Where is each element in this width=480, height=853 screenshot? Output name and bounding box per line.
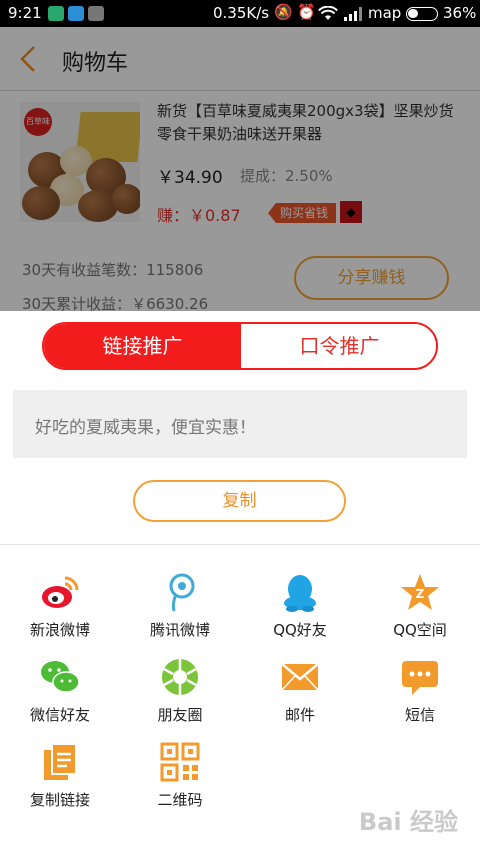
share-option-label: 二维码 — [157, 791, 203, 809]
alarm-icon: ⏰ — [297, 3, 316, 21]
share-text-box[interactable]: 好吃的夏威夷果，便宜实惠！ — [13, 390, 467, 458]
signal-icon — [344, 7, 362, 21]
share-option-mail[interactable]: 邮件 — [240, 657, 360, 739]
share-option-qr-code[interactable]: 二维码 — [120, 742, 240, 824]
share-option-label: QQ空间 — [393, 621, 447, 639]
share-option-wechat[interactable]: 微信好友 — [0, 657, 120, 739]
divider — [0, 544, 480, 545]
watermark: Bai 经验 — [358, 808, 458, 836]
wifi-icon — [318, 6, 338, 20]
share-option-label: QQ好友 — [273, 621, 327, 639]
copy-button[interactable]: 复制 — [133, 480, 346, 522]
moments-icon — [162, 659, 198, 695]
mute-icon: 🔕 — [274, 3, 293, 21]
share-text: 好吃的夏威夷果，便宜实惠！ — [35, 418, 256, 438]
wechat-icon — [41, 661, 80, 693]
share-option-label: 复制链接 — [29, 791, 90, 809]
battery-percent: 36% — [443, 4, 477, 22]
qq-icon — [284, 575, 316, 612]
share-option-qzone[interactable]: Z QQ空间 — [360, 572, 480, 654]
notification-app-icon — [88, 6, 104, 21]
tab-code-promo[interactable]: 口令推广 — [241, 324, 436, 368]
sms-icon — [402, 661, 438, 695]
copy-link-icon — [44, 743, 77, 780]
status-time: 9:21 — [8, 4, 42, 22]
share-option-sms[interactable]: 短信 — [360, 657, 480, 739]
shield-app-icon — [48, 6, 64, 21]
share-option-label: 邮件 — [284, 706, 315, 724]
share-option-tencent-weibo[interactable]: 腾讯微博 — [120, 572, 240, 654]
share-sheet: 链接推广 口令推广 好吃的夏威夷果，便宜实惠！ 复制 新浪微博 腾讯微博 QQ好… — [0, 311, 480, 853]
share-option-weibo[interactable]: 新浪微博 — [0, 572, 120, 654]
share-option-label: 朋友圈 — [157, 706, 203, 724]
weibo-icon — [42, 576, 79, 608]
qr-code-icon — [160, 742, 200, 782]
promo-mode-tabs: 链接推广 口令推广 — [42, 322, 438, 370]
share-option-copy-link[interactable]: 复制链接 — [0, 742, 120, 824]
battery-icon — [406, 7, 438, 21]
battery-fill — [408, 9, 418, 18]
status-bar: 9:21 0.35K/s 🔕 ⏰ map 36% — [0, 0, 480, 27]
share-option-label: 腾讯微博 — [149, 621, 210, 639]
network-speed: 0.35K/s — [213, 4, 270, 22]
share-option-qq[interactable]: QQ好友 — [240, 572, 360, 654]
tab-link-promo[interactable]: 链接推广 — [44, 324, 241, 368]
share-option-moments[interactable]: 朋友圈 — [120, 657, 240, 739]
tencent-weibo-icon — [169, 573, 195, 612]
qzone-icon: Z — [401, 574, 439, 610]
svg-text:Z: Z — [416, 587, 425, 601]
share-option-label: 短信 — [404, 706, 435, 724]
share-option-label: 新浪微博 — [29, 621, 90, 639]
carrier-name: map — [368, 4, 402, 22]
dim-overlay[interactable] — [0, 27, 480, 311]
mail-icon — [281, 663, 319, 691]
share-option-label: 微信好友 — [29, 706, 90, 724]
phone-app-icon — [68, 6, 84, 21]
